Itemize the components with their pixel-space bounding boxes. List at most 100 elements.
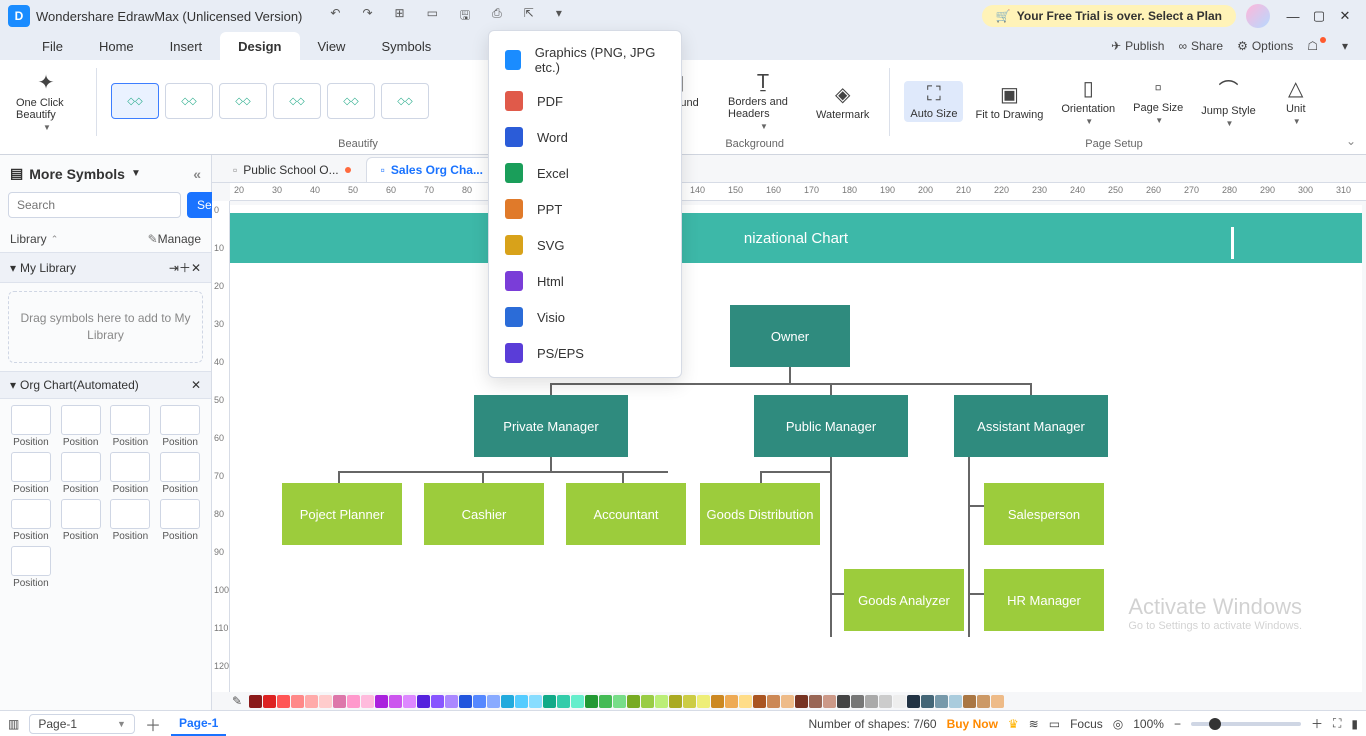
color-swatch[interactable] bbox=[333, 695, 346, 708]
shape-thumb[interactable]: Position bbox=[157, 499, 203, 542]
shape-thumb[interactable]: Position bbox=[157, 405, 203, 448]
options-button[interactable]: ⚙Options bbox=[1237, 39, 1293, 53]
theme-style-1[interactable]: ◇◇ bbox=[111, 83, 159, 119]
maximize-button[interactable]: ▢ bbox=[1306, 8, 1332, 24]
close-button[interactable]: ✕ bbox=[1332, 8, 1358, 24]
shape-thumb[interactable]: Position bbox=[8, 405, 54, 448]
sidebar-collapse-icon[interactable]: « bbox=[193, 166, 201, 182]
watermark-button[interactable]: ◈Watermark bbox=[810, 80, 875, 123]
export-visio[interactable]: Visio bbox=[489, 299, 681, 335]
doc-tab-1[interactable]: ▫ Public School O... bbox=[218, 157, 366, 182]
zoom-value[interactable]: 100% bbox=[1133, 717, 1164, 731]
shape-thumb[interactable]: Position bbox=[8, 499, 54, 542]
node-cashier[interactable]: Cashier bbox=[424, 483, 544, 545]
color-swatch[interactable] bbox=[543, 695, 556, 708]
orientation-button[interactable]: ▯Orientation▼ bbox=[1055, 74, 1121, 128]
shape-thumb[interactable]: Position bbox=[58, 499, 104, 542]
jump-style-button[interactable]: ⌒Jump Style▼ bbox=[1195, 72, 1261, 130]
color-swatch[interactable] bbox=[417, 695, 430, 708]
color-swatch[interactable] bbox=[361, 695, 374, 708]
export-icon[interactable]: ⇱ bbox=[524, 6, 534, 27]
search-input[interactable] bbox=[8, 192, 181, 218]
node-goods-analyzer[interactable]: Goods Analyzer bbox=[844, 569, 964, 631]
one-click-beautify-button[interactable]: ✦ One Click Beautify ▼ bbox=[10, 68, 82, 134]
fit-to-drawing-button[interactable]: ▣Fit to Drawing bbox=[969, 80, 1049, 123]
export-ppt[interactable]: PPT bbox=[489, 191, 681, 227]
color-swatch[interactable] bbox=[599, 695, 612, 708]
share-button[interactable]: ∞Share bbox=[1178, 39, 1223, 53]
ribbon-expand-icon[interactable]: ⌄ bbox=[1336, 128, 1366, 154]
color-swatch[interactable] bbox=[683, 695, 696, 708]
manage-label[interactable]: Manage bbox=[158, 232, 201, 246]
notifications-button[interactable]: ☖ bbox=[1307, 39, 1328, 53]
export-excel[interactable]: Excel bbox=[489, 155, 681, 191]
layers-icon[interactable]: ≋ bbox=[1029, 717, 1039, 731]
chart-title-bar[interactable]: nizational Chart bbox=[230, 213, 1362, 263]
unit-button[interactable]: △Unit▼ bbox=[1268, 74, 1324, 128]
color-swatch[interactable] bbox=[739, 695, 752, 708]
color-swatch[interactable] bbox=[781, 695, 794, 708]
color-swatch[interactable] bbox=[879, 695, 892, 708]
edit-icon[interactable]: ✎ bbox=[148, 232, 158, 246]
color-swatch[interactable] bbox=[907, 695, 920, 708]
avatar[interactable] bbox=[1246, 4, 1270, 28]
color-swatch[interactable] bbox=[963, 695, 976, 708]
theme-style-4[interactable]: ◇◇ bbox=[273, 83, 321, 119]
menu-design[interactable]: Design bbox=[220, 32, 299, 60]
node-accountant[interactable]: Accountant bbox=[566, 483, 686, 545]
color-swatch[interactable] bbox=[305, 695, 318, 708]
save-icon[interactable]: 🖫 bbox=[460, 6, 470, 27]
borders-headers-button[interactable]: ṮBorders and Headers▼ bbox=[722, 69, 804, 133]
trial-banner[interactable]: 🛒 Your Free Trial is over. Select a Plan bbox=[982, 5, 1236, 27]
auto-size-button[interactable]: ⛶Auto Size bbox=[904, 81, 963, 122]
color-swatch[interactable] bbox=[711, 695, 724, 708]
panel-toggle-icon[interactable]: ▮ bbox=[1351, 717, 1358, 731]
node-owner[interactable]: Owner bbox=[730, 305, 850, 367]
zoom-in-button[interactable]: ＋ bbox=[1311, 715, 1323, 732]
color-swatch[interactable] bbox=[795, 695, 808, 708]
theme-style-2[interactable]: ◇◇ bbox=[165, 83, 213, 119]
buy-now-link[interactable]: Buy Now bbox=[947, 717, 998, 731]
color-swatch[interactable] bbox=[669, 695, 682, 708]
eyedropper-icon[interactable]: ✎ bbox=[232, 694, 242, 708]
orgchart-section[interactable]: ▾ Org Chart(Automated) ✕ bbox=[0, 371, 211, 399]
color-swatch[interactable] bbox=[249, 695, 262, 708]
color-swatch[interactable] bbox=[515, 695, 528, 708]
node-public-manager[interactable]: Public Manager bbox=[754, 395, 908, 457]
export-html[interactable]: Html bbox=[489, 263, 681, 299]
shape-thumb[interactable]: Position bbox=[58, 452, 104, 495]
presentation-icon[interactable]: ▭ bbox=[1049, 717, 1060, 731]
add-icon[interactable]: ＋ bbox=[179, 259, 191, 276]
my-library-section[interactable]: ▾ My Library ⇥ ＋ ✕ bbox=[0, 252, 211, 283]
color-swatch[interactable] bbox=[837, 695, 850, 708]
color-swatch[interactable] bbox=[277, 695, 290, 708]
collapse-ribbon-icon[interactable]: ▾ bbox=[1342, 39, 1348, 53]
color-swatch[interactable] bbox=[767, 695, 780, 708]
color-swatch[interactable] bbox=[571, 695, 584, 708]
menu-home[interactable]: Home bbox=[81, 32, 152, 60]
undo-icon[interactable]: ↶ bbox=[330, 6, 340, 27]
menu-insert[interactable]: Insert bbox=[152, 32, 221, 60]
color-swatch[interactable] bbox=[627, 695, 640, 708]
menu-file[interactable]: File bbox=[24, 32, 81, 60]
canvas[interactable]: nizational Chart Owner Private Manager P… bbox=[230, 205, 1362, 692]
qat-more-icon[interactable]: ▾ bbox=[556, 6, 562, 27]
color-swatch[interactable] bbox=[431, 695, 444, 708]
color-swatch[interactable] bbox=[389, 695, 402, 708]
library-drop-zone[interactable]: Drag symbols here to add to My Library bbox=[8, 291, 203, 363]
new-icon[interactable]: ⊞ bbox=[395, 6, 405, 27]
minimize-button[interactable]: — bbox=[1280, 9, 1306, 24]
page-selector[interactable]: Page-1▼ bbox=[29, 714, 135, 734]
theme-style-6[interactable]: ◇◇ bbox=[381, 83, 429, 119]
export-svg[interactable]: SVG bbox=[489, 227, 681, 263]
color-swatch[interactable] bbox=[375, 695, 388, 708]
shape-thumb[interactable]: Position bbox=[108, 499, 154, 542]
redo-icon[interactable]: ↷ bbox=[362, 6, 372, 27]
shape-thumb[interactable]: Position bbox=[8, 452, 54, 495]
node-private-manager[interactable]: Private Manager bbox=[474, 395, 628, 457]
close-icon[interactable]: ✕ bbox=[191, 378, 201, 392]
focus-button[interactable]: Focus bbox=[1070, 717, 1103, 731]
shape-thumb[interactable]: Position bbox=[108, 405, 154, 448]
shape-thumb[interactable]: Position bbox=[108, 452, 154, 495]
color-swatch[interactable] bbox=[641, 695, 654, 708]
